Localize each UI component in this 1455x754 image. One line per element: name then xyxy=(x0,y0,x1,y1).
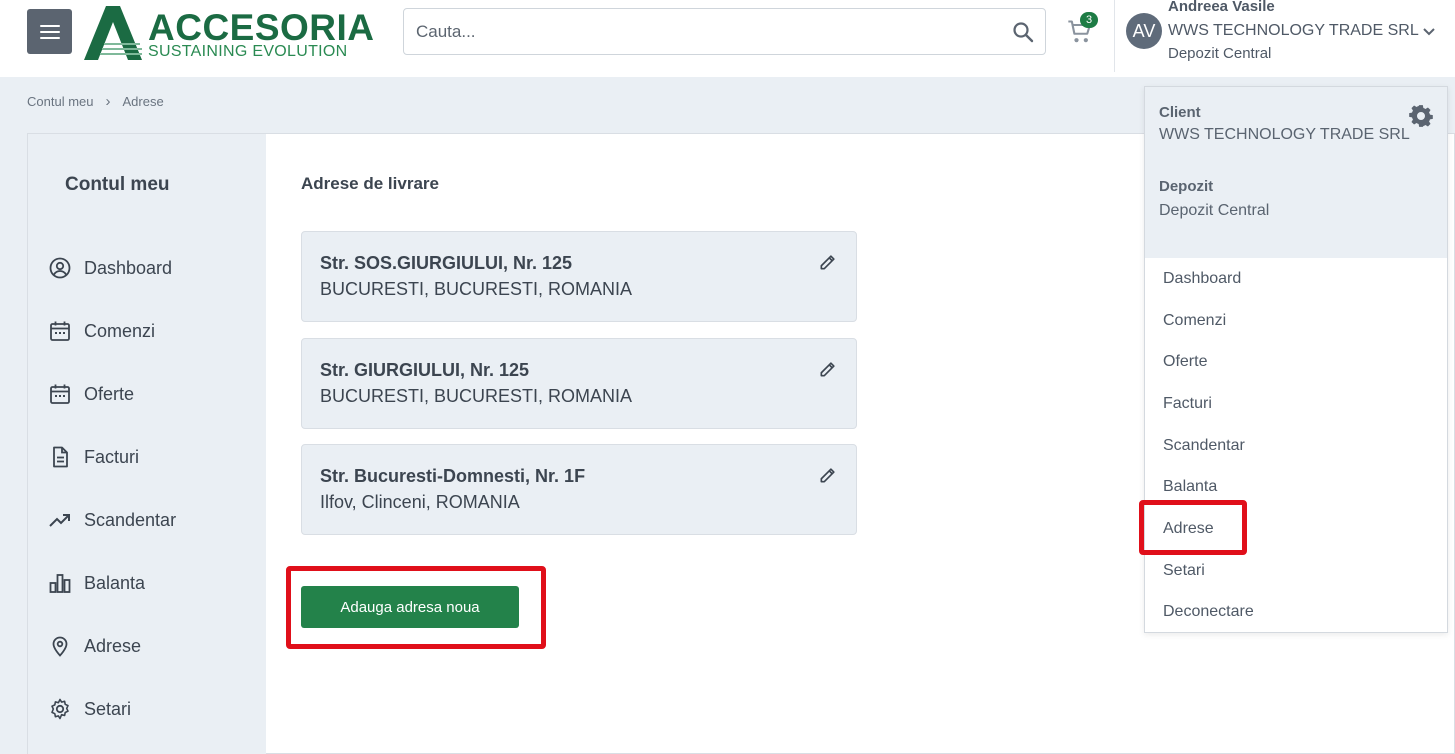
chevron-right-icon: › xyxy=(105,93,111,110)
menu-item-comenzi[interactable]: Comenzi xyxy=(1163,312,1226,330)
search-box xyxy=(403,8,1046,55)
calendar-icon xyxy=(50,384,70,404)
chevron-down-icon[interactable] xyxy=(1421,24,1437,40)
sidebar-item-label: Oferte xyxy=(84,383,135,404)
user-company[interactable]: WWS TECHNOLOGY TRADE SRL xyxy=(1168,22,1419,40)
hamburger-menu-button[interactable] xyxy=(27,9,72,54)
menu-icon xyxy=(39,24,60,39)
depot-label: Depozit xyxy=(1159,178,1214,195)
logo-tagline: SUSTAINING EVOLUTION xyxy=(148,43,348,60)
location-pin-icon xyxy=(52,636,68,657)
depot-value: Depozit Central xyxy=(1159,202,1270,219)
menu-item-oferte[interactable]: Oferte xyxy=(1163,353,1207,371)
logo[interactable]: ACCESORIA SUSTAINING EVOLUTION xyxy=(82,4,387,62)
address-city: Ilfov, Clinceni, ROMANIA xyxy=(320,492,520,512)
sidebar-item-label: Facturi xyxy=(84,446,140,467)
address-city: BUCURESTI, BUCURESTI, ROMANIA xyxy=(320,279,633,299)
address-card: Str. Bucuresti-Domnesti, Nr. 1F Ilfov, C… xyxy=(301,444,857,535)
logo-mark-icon xyxy=(84,6,142,60)
logo-title: ACCESORIA xyxy=(148,7,375,48)
menu-item-scandentar[interactable]: Scandentar xyxy=(1163,437,1245,455)
sidebar-item-label: Dashboard xyxy=(84,257,173,278)
trending-up-icon xyxy=(49,514,70,527)
edit-icon[interactable] xyxy=(818,465,838,485)
menu-item-facturi[interactable]: Facturi xyxy=(1163,395,1212,413)
breadcrumb: Contul meu › Adrese xyxy=(27,93,164,110)
calendar-icon xyxy=(50,321,70,341)
menu-item-balanta[interactable]: Balanta xyxy=(1163,478,1217,496)
account-sidebar: Contul meu Dashboard Comenzi Oferte Fact… xyxy=(28,134,266,754)
add-address-button[interactable]: Adauga adresa noua xyxy=(301,586,519,628)
sidebar-item-facturi[interactable]: Facturi xyxy=(48,442,139,472)
cart-count-badge: 3 xyxy=(1080,12,1098,28)
document-icon xyxy=(53,446,68,468)
address-city: BUCURESTI, BUCURESTI, ROMANIA xyxy=(320,386,633,406)
account-circle-icon xyxy=(49,257,71,279)
gear-icon[interactable] xyxy=(1408,103,1434,129)
edit-icon[interactable] xyxy=(818,252,838,272)
sidebar-title: Contul meu xyxy=(65,174,170,195)
menu-item-adrese[interactable]: Adrese xyxy=(1163,520,1214,538)
address-street: Str. SOS.GIURGIULUI, Nr. 125 xyxy=(320,253,573,273)
edit-icon[interactable] xyxy=(818,359,838,379)
top-header: ACCESORIA SUSTAINING EVOLUTION 3 AV Andr… xyxy=(0,0,1455,77)
sidebar-item-label: Setari xyxy=(84,698,132,719)
search-icon[interactable] xyxy=(1011,20,1035,44)
search-input[interactable] xyxy=(416,9,996,54)
address-card: Str. GIURGIULUI, Nr. 125 BUCURESTI, BUCU… xyxy=(301,338,857,429)
sidebar-item-label: Scandentar xyxy=(84,509,177,530)
sidebar-item-label: Adrese xyxy=(84,635,142,656)
sidebar-item-dashboard[interactable]: Dashboard xyxy=(48,253,172,283)
user-name[interactable]: Andreea Vasile xyxy=(1168,0,1275,15)
menu-item-deconectare[interactable]: Deconectare xyxy=(1163,603,1254,621)
gear-icon xyxy=(51,698,69,720)
menu-item-dashboard[interactable]: Dashboard xyxy=(1163,270,1241,288)
breadcrumb-link-account[interactable]: Contul meu xyxy=(27,94,93,109)
sidebar-item-setari[interactable]: Setari xyxy=(48,694,131,724)
sidebar-item-balanta[interactable]: Balanta xyxy=(48,568,145,598)
sidebar-item-label: Balanta xyxy=(84,572,146,593)
sidebar-item-oferte[interactable]: Oferte xyxy=(48,379,134,409)
breadcrumb-current: Adrese xyxy=(122,94,164,109)
sidebar-item-scandentar[interactable]: Scandentar xyxy=(48,505,176,535)
user-depot[interactable]: Depozit Central xyxy=(1168,45,1271,62)
avatar[interactable]: AV xyxy=(1126,13,1162,49)
menu-item-setari[interactable]: Setari xyxy=(1163,562,1205,580)
sidebar-item-comenzi[interactable]: Comenzi xyxy=(48,316,155,346)
client-label: Client xyxy=(1159,104,1201,121)
divider xyxy=(1114,0,1115,72)
page-title: Adrese de livrare xyxy=(301,174,439,193)
address-street: Str. GIURGIULUI, Nr. 125 xyxy=(320,360,530,380)
bar-chart-icon xyxy=(49,574,71,593)
sidebar-item-label: Comenzi xyxy=(84,320,156,341)
address-street: Str. Bucuresti-Domnesti, Nr. 1F xyxy=(320,466,586,486)
user-dropdown-menu: Client WWS TECHNOLOGY TRADE SRL Depozit … xyxy=(1144,86,1448,633)
sidebar-item-adrese[interactable]: Adrese xyxy=(48,631,141,661)
address-card: Str. SOS.GIURGIULUI, Nr. 125 BUCURESTI, … xyxy=(301,231,857,322)
dropdown-header: Client WWS TECHNOLOGY TRADE SRL Depozit … xyxy=(1145,87,1447,258)
client-value: WWS TECHNOLOGY TRADE SRL xyxy=(1159,126,1410,143)
